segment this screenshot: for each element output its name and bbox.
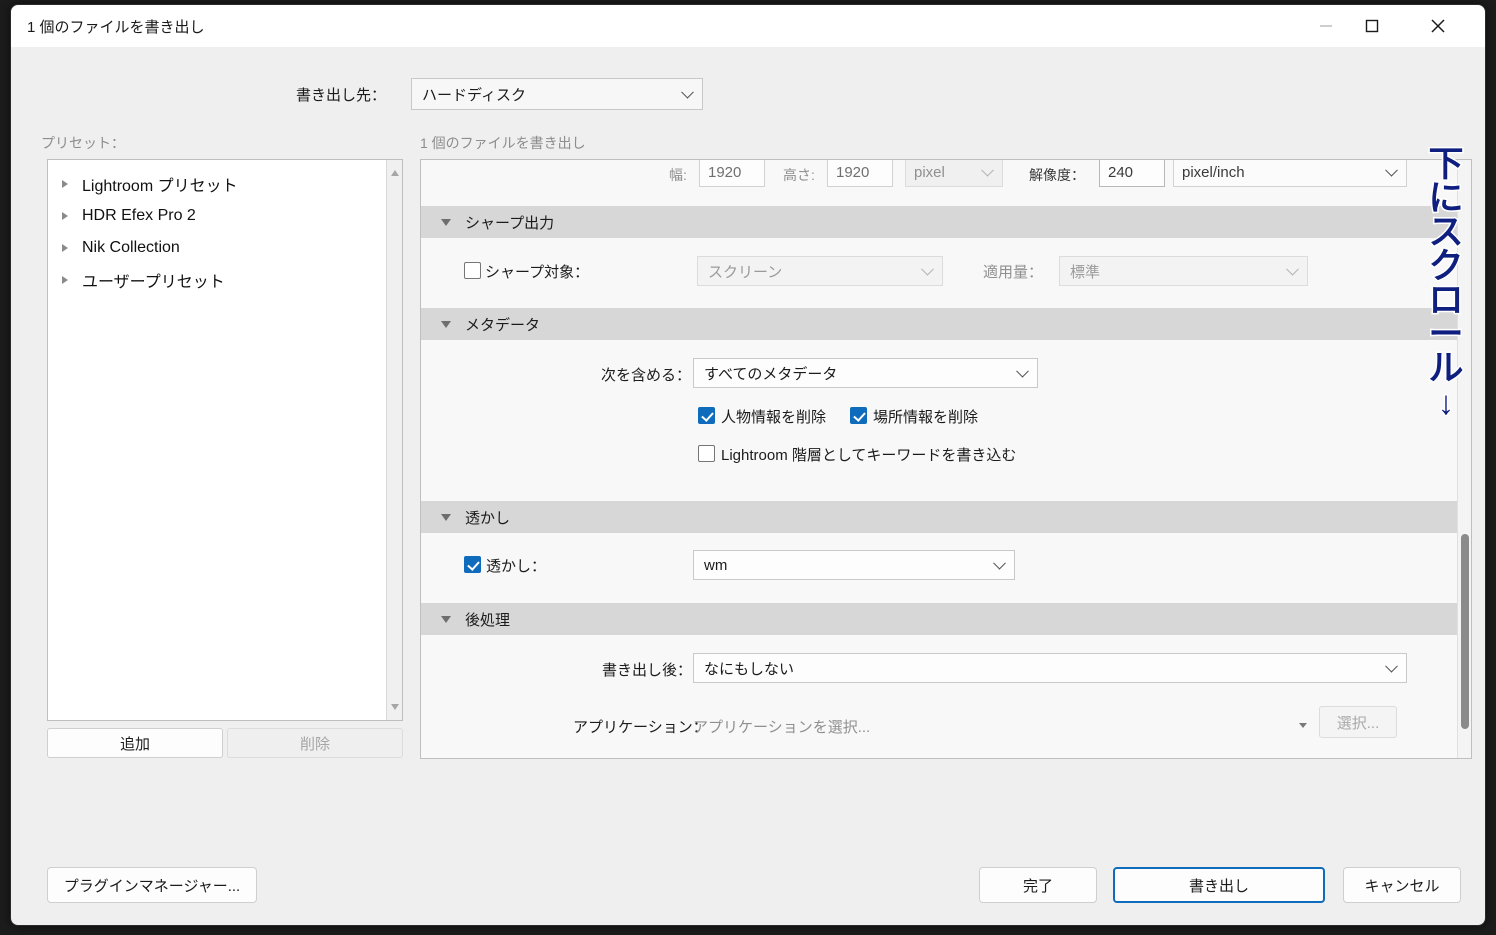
maximize-button[interactable] [1349,5,1395,47]
resolution-label: 解像度： [1029,167,1085,183]
close-icon [1431,19,1445,33]
destination-dropdown[interactable]: ハードディスク [411,78,703,110]
section-title: 透かし [465,509,511,527]
preset-item[interactable]: Nik Collection [48,232,402,264]
watermark-label: 透かし： [486,558,547,575]
chevron-down-icon [1286,262,1299,276]
remove-person-info-label: 人物情報を削除 [721,409,827,426]
destination-value: ハードディスク [422,86,526,104]
minimize-button[interactable] [1303,5,1349,47]
right-panel-label: 1 個のファイルを書き出し [420,135,586,151]
resolution-unit-dropdown[interactable]: pixel/inch [1173,160,1407,187]
scroll-down-icon[interactable] [390,704,399,710]
remove-person-info-checkbox[interactable] [698,407,715,424]
remove-location-info-checkbox[interactable] [850,407,867,424]
metadata-include-label: 次を含める： [601,367,692,384]
section-title: メタデータ [465,316,541,334]
watermark-checkbox[interactable] [464,556,481,573]
expand-triangle-icon[interactable] [62,180,68,188]
window-title: 1 個のファイルを書き出し [27,19,205,36]
write-keyword-hierarchy-checkbox[interactable] [698,445,715,462]
expand-triangle-icon[interactable] [62,244,68,252]
preset-list-scrollbar[interactable] [386,160,402,720]
minimize-icon [1320,25,1332,27]
sharpening-target-dropdown[interactable]: スクリーン [697,256,943,286]
panel-scrollbar-thumb[interactable] [1461,534,1469,729]
chevron-down-icon[interactable] [1299,723,1307,728]
write-keyword-hierarchy-label: Lightroom 階層としてキーワードを書き込む [721,447,1017,464]
size-unit-dropdown[interactable]: pixel [905,160,1003,187]
sharpening-target-value: スクリーン [708,263,783,281]
done-button[interactable]: 完了 [979,867,1097,903]
cancel-button[interactable]: キャンセル [1343,867,1461,903]
collapse-triangle-icon[interactable] [441,218,451,226]
watermark-value: wm [704,556,728,574]
image-sizing-row: 幅: 1920 高さ: 1920 pixel 解像度： 240 pixel/in… [421,160,1471,194]
scroll-up-icon[interactable] [390,170,399,176]
sharpening-checkbox[interactable] [464,262,481,279]
export-settings-panel: 幅: 1920 高さ: 1920 pixel 解像度： 240 pixel/in… [420,159,1472,759]
resolution-input[interactable]: 240 [1099,160,1165,187]
sharpening-amount-value: 標準 [1070,263,1101,281]
delete-preset-button[interactable]: 削除 [227,728,403,758]
preset-item-label: Lightroom プリセット [82,178,238,195]
preset-item-label: HDR Efex Pro 2 [82,207,196,224]
preset-item[interactable]: ユーザープリセット [48,264,402,296]
collapse-triangle-icon[interactable] [441,320,451,328]
chevron-down-icon [981,163,994,177]
after-export-dropdown[interactable]: なにもしない [693,653,1407,683]
expand-triangle-icon[interactable] [62,212,68,220]
preset-section-label: プリセット： [41,135,125,151]
preset-item-label: Nik Collection [82,239,180,256]
plugin-manager-button[interactable]: プラグインマネージャー... [47,867,257,903]
width-label: 幅: [669,167,687,183]
sharpening-label: シャープ対象： [485,264,590,281]
section-title: シャープ出力 [465,214,555,232]
section-header-sharpening[interactable]: シャープ出力 [421,206,1471,238]
section-header-metadata[interactable]: メタデータ [421,308,1471,340]
chevron-down-icon [993,556,1006,570]
panel-scrollbar[interactable] [1457,160,1471,758]
section-header-watermark[interactable]: 透かし [421,501,1471,533]
application-label: アプリケーション： [573,719,708,736]
close-button[interactable] [1415,5,1461,47]
section-title: 後処理 [465,611,511,629]
export-button[interactable]: 書き出し [1113,867,1325,903]
metadata-include-value: すべてのメタデータ [704,365,838,383]
preset-item[interactable]: Lightroom プリセット [48,168,402,200]
maximize-icon [1365,19,1379,33]
metadata-include-dropdown[interactable]: すべてのメタデータ [693,358,1038,388]
chevron-down-icon [681,85,694,99]
chevron-down-icon [1385,659,1398,673]
collapse-triangle-icon[interactable] [441,615,451,623]
application-value[interactable]: アプリケーションを選択... [693,716,870,737]
sharpening-amount-label: 適用量： [983,264,1044,281]
title-bar: 1 個のファイルを書き出し [11,5,1485,47]
destination-label: 書き出し先： [296,87,387,104]
size-unit-value: pixel [914,163,945,181]
chevron-down-icon [1385,163,1398,177]
preset-list: Lightroom プリセット HDR Efex Pro 2 Nik Colle… [47,159,403,721]
choose-application-button[interactable]: 選択... [1319,706,1397,738]
resolution-unit-value: pixel/inch [1182,163,1245,181]
after-export-value: なにもしない [704,660,795,678]
export-dialog: 1 個のファイルを書き出し 書き出し先： ハードディスク プリセット： 1 個の… [10,4,1486,926]
height-label: 高さ: [783,167,815,183]
after-export-label: 書き出し後： [602,662,693,679]
sharpening-amount-dropdown[interactable]: 標準 [1059,256,1308,286]
chevron-down-icon [921,262,934,276]
remove-location-info-label: 場所情報を削除 [873,409,979,426]
width-input[interactable]: 1920 [699,160,765,187]
watermark-dropdown[interactable]: wm [693,550,1015,580]
collapse-triangle-icon[interactable] [441,513,451,521]
height-input[interactable]: 1920 [827,160,893,187]
preset-item-label: ユーザープリセット [82,274,225,291]
preset-item[interactable]: HDR Efex Pro 2 [48,200,402,232]
chevron-down-icon [1016,364,1029,378]
add-preset-button[interactable]: 追加 [47,728,223,758]
expand-triangle-icon[interactable] [62,276,68,284]
section-header-post-processing[interactable]: 後処理 [421,603,1471,635]
